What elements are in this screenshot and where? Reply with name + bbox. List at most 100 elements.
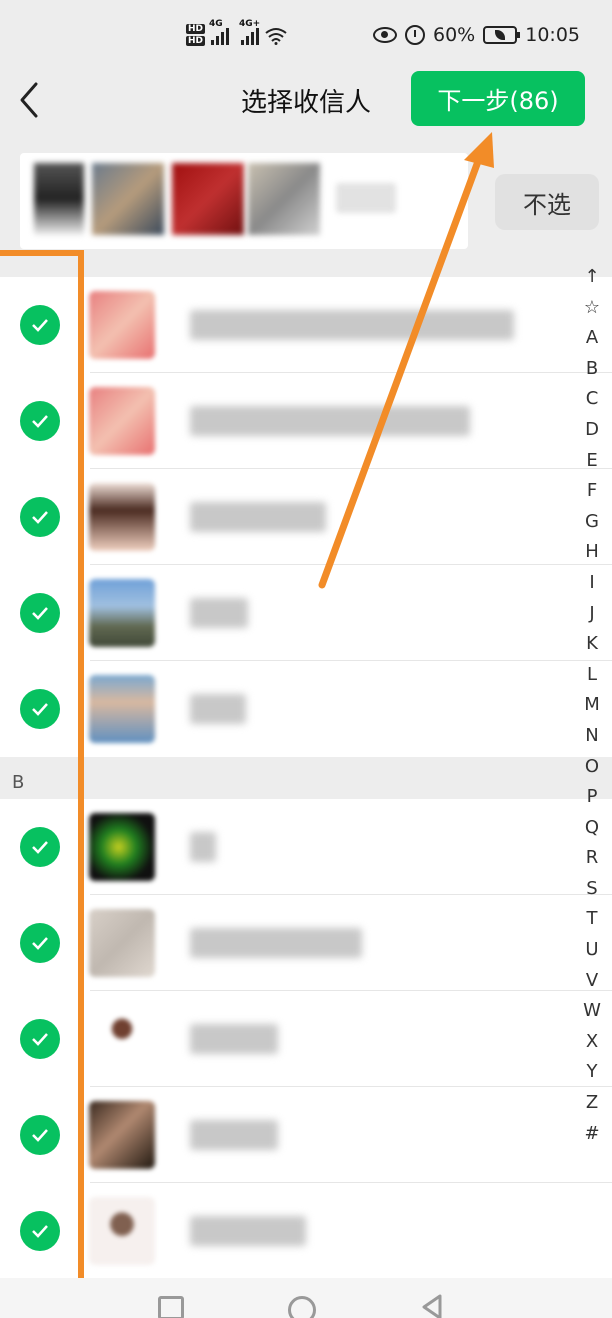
home-icon[interactable] [288,1296,316,1318]
leaf-icon [495,30,506,40]
selected-avatar[interactable] [34,163,84,235]
index-letter[interactable]: U [578,935,606,966]
checked-icon[interactable] [20,1211,60,1251]
avatar [89,1005,155,1073]
contact-name [190,694,246,724]
contact-name [190,928,362,958]
search-placeholder[interactable] [336,183,396,213]
checked-icon[interactable] [20,593,60,633]
avatar [89,1101,155,1169]
signal-icon: 4G+ [239,19,260,45]
avatar [89,387,155,455]
avatar [89,675,155,743]
status-left: HD HD 4G 4G+ [186,18,287,54]
contact-row[interactable] [0,799,612,895]
checked-icon[interactable] [20,1019,60,1059]
contact-row[interactable] [0,661,612,757]
status-right: 60% 10:05 [373,20,580,50]
index-letter[interactable]: E [578,446,606,477]
contact-name [190,832,216,862]
contact-name [190,406,470,436]
checked-icon[interactable] [20,827,60,867]
checked-icon[interactable] [20,923,60,963]
battery-icon [483,26,521,44]
index-letter[interactable]: R [578,843,606,874]
checked-icon[interactable] [20,305,60,345]
alarm-icon [405,25,425,45]
index-letter[interactable]: ↑ [578,262,606,293]
section-header [0,252,612,272]
index-letter[interactable]: C [578,384,606,415]
index-letter[interactable]: Y [578,1057,606,1088]
index-letter[interactable]: A [578,323,606,354]
avatar [89,579,155,647]
index-letter[interactable]: # [578,1119,606,1150]
index-letter[interactable]: K [578,629,606,660]
signal-icon: 4G [209,19,230,45]
index-letter[interactable]: I [578,568,606,599]
index-letter[interactable]: D [578,415,606,446]
alphabet-index[interactable]: ↑ ☆ A B C D E F G H I J K L M N O P Q R S T U V W X Y Z # [578,262,606,1149]
avatar [89,291,155,359]
index-letter[interactable]: L [578,660,606,691]
contact-row[interactable] [0,565,612,661]
recent-apps-icon[interactable] [158,1296,184,1318]
contact-name [190,1024,278,1054]
index-letter[interactable]: Q [578,813,606,844]
contact-row[interactable] [0,1183,612,1279]
contact-row[interactable] [0,373,612,469]
deselect-all-button[interactable]: 不选 [495,174,599,230]
hd-icon: HD HD [186,24,206,46]
index-letter[interactable]: V [578,966,606,997]
contact-row[interactable] [0,469,612,565]
selected-contacts-strip[interactable] [20,153,468,249]
contact-row[interactable] [0,991,612,1087]
contact-name [190,502,326,532]
section-header: B [12,772,25,793]
eye-icon [373,27,397,43]
nav-back-icon[interactable] [418,1292,448,1318]
avatar [89,909,155,977]
index-letter[interactable]: T [578,904,606,935]
index-letter[interactable]: J [578,599,606,630]
checked-icon[interactable] [20,401,60,441]
index-letter[interactable]: M [578,690,606,721]
checked-icon[interactable] [20,497,60,537]
header: 选择收信人 下一步(86) [0,68,612,138]
contact-list[interactable]: B [0,262,612,1279]
index-letter[interactable]: F [578,476,606,507]
next-step-button[interactable]: 下一步(86) [411,71,585,126]
network-label-1: 4G [209,19,223,29]
contact-row[interactable] [0,277,612,373]
battery-percent: 60% [433,24,476,46]
avatar [89,1197,155,1265]
contact-row[interactable] [0,895,612,991]
index-letter[interactable]: Z [578,1088,606,1119]
selected-avatar[interactable] [92,163,164,235]
system-navbar [0,1278,612,1318]
index-letter[interactable]: H [578,537,606,568]
index-letter[interactable]: ☆ [578,293,606,324]
index-letter[interactable]: G [578,507,606,538]
clock: 10:05 [525,24,580,46]
index-letter[interactable]: B [578,354,606,385]
avatar [89,483,155,551]
contact-name [190,598,248,628]
index-letter[interactable]: N [578,721,606,752]
selected-avatar[interactable] [172,163,244,235]
index-letter[interactable]: P [578,782,606,813]
selected-avatar[interactable] [248,163,320,235]
index-letter[interactable]: W [578,996,606,1027]
checked-icon[interactable] [20,689,60,729]
checked-icon[interactable] [20,1115,60,1155]
index-letter[interactable]: X [578,1027,606,1058]
wifi-icon [265,28,287,45]
contact-name [190,1120,278,1150]
index-letter[interactable]: O [578,752,606,783]
contact-name [190,310,514,340]
contact-row[interactable] [0,1087,612,1183]
avatar [89,813,155,881]
contact-name [190,1216,306,1246]
index-letter[interactable]: S [578,874,606,905]
status-bar: HD HD 4G 4G+ 60% 10:05 [0,0,612,68]
